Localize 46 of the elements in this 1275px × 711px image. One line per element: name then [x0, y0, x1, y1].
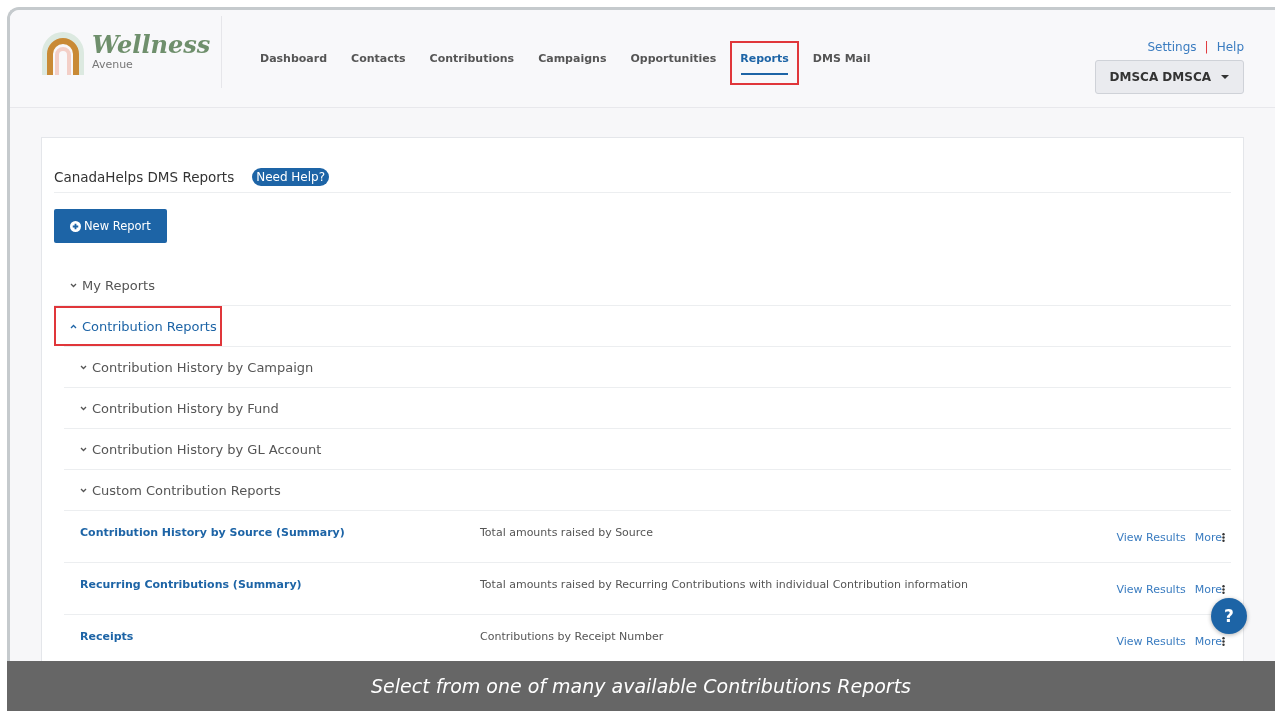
view-results-link[interactable]: View Results	[1116, 635, 1186, 648]
nav-tab[interactable]: Campaigns	[528, 41, 617, 85]
section-toggle[interactable]: My Reports	[54, 265, 1231, 305]
user-menu-button[interactable]: DMSCA DMSCA	[1094, 60, 1244, 94]
subsection-toggle[interactable]: Contribution History by GL Account	[54, 429, 1231, 469]
nav-tab[interactable]: Opportunities	[620, 41, 727, 85]
nav-tab[interactable]: DMS Mail	[802, 41, 881, 85]
nav-tab[interactable]: Dashboard	[250, 41, 338, 85]
vertical-dots-icon	[1222, 585, 1225, 594]
chevron-down-icon	[80, 446, 87, 452]
help-badge[interactable]: Need Help?	[252, 168, 330, 186]
header-link[interactable]: Help	[1216, 40, 1244, 54]
report-link[interactable]: Recurring Contributions (Summary)	[80, 578, 302, 591]
chevron-up-icon	[70, 323, 77, 329]
vertical-dots-icon	[1222, 533, 1225, 542]
page-title: CanadaHelps DMS Reports	[54, 169, 235, 185]
more-link[interactable]: More	[1194, 531, 1225, 544]
subsection-toggle[interactable]: Contribution History by Fund	[54, 388, 1231, 428]
nav-tab[interactable]: Contributions	[419, 41, 525, 85]
report-link[interactable]: Contribution History by Source (Summary)	[80, 526, 345, 539]
brand-name: Wellness	[92, 33, 211, 57]
header-link[interactable]: Settings	[1147, 40, 1197, 54]
vertical-dots-icon	[1222, 637, 1225, 646]
caption-text: Select from one of many available Contributions Reports	[371, 675, 911, 697]
report-link[interactable]: Receipts	[80, 630, 134, 643]
report-description: Total amounts raised by Source	[480, 526, 653, 539]
brand-tagline: Avenue	[92, 58, 134, 71]
caret-icon	[1221, 75, 1229, 79]
report-description: Contributions by Receipt Number	[480, 630, 664, 643]
view-results-link[interactable]: View Results	[1116, 583, 1186, 596]
chevron-down-icon	[80, 405, 87, 411]
plus-circle-icon	[70, 220, 81, 232]
more-link[interactable]: More	[1194, 583, 1225, 596]
chevron-down-icon	[80, 364, 87, 370]
report-description: Total amounts raised by Recurring Contributions with individual Contribution information	[480, 578, 968, 591]
section-toggle[interactable]: Contribution Reports	[54, 306, 222, 346]
more-link[interactable]: More	[1194, 635, 1225, 648]
view-results-link[interactable]: View Results	[1116, 531, 1186, 544]
new-report-button[interactable]: New Report	[54, 209, 167, 243]
subsection-toggle[interactable]: Contribution History by Campaign	[54, 347, 1231, 387]
link-separator: |	[1204, 40, 1209, 54]
chevron-down-icon	[80, 487, 87, 493]
nav-tab[interactable]: Contacts	[341, 41, 416, 85]
subsection-toggle[interactable]: Custom Contribution Reports	[54, 470, 1231, 510]
chevron-down-icon	[70, 282, 77, 288]
nav-tab[interactable]: Reports	[730, 41, 799, 85]
